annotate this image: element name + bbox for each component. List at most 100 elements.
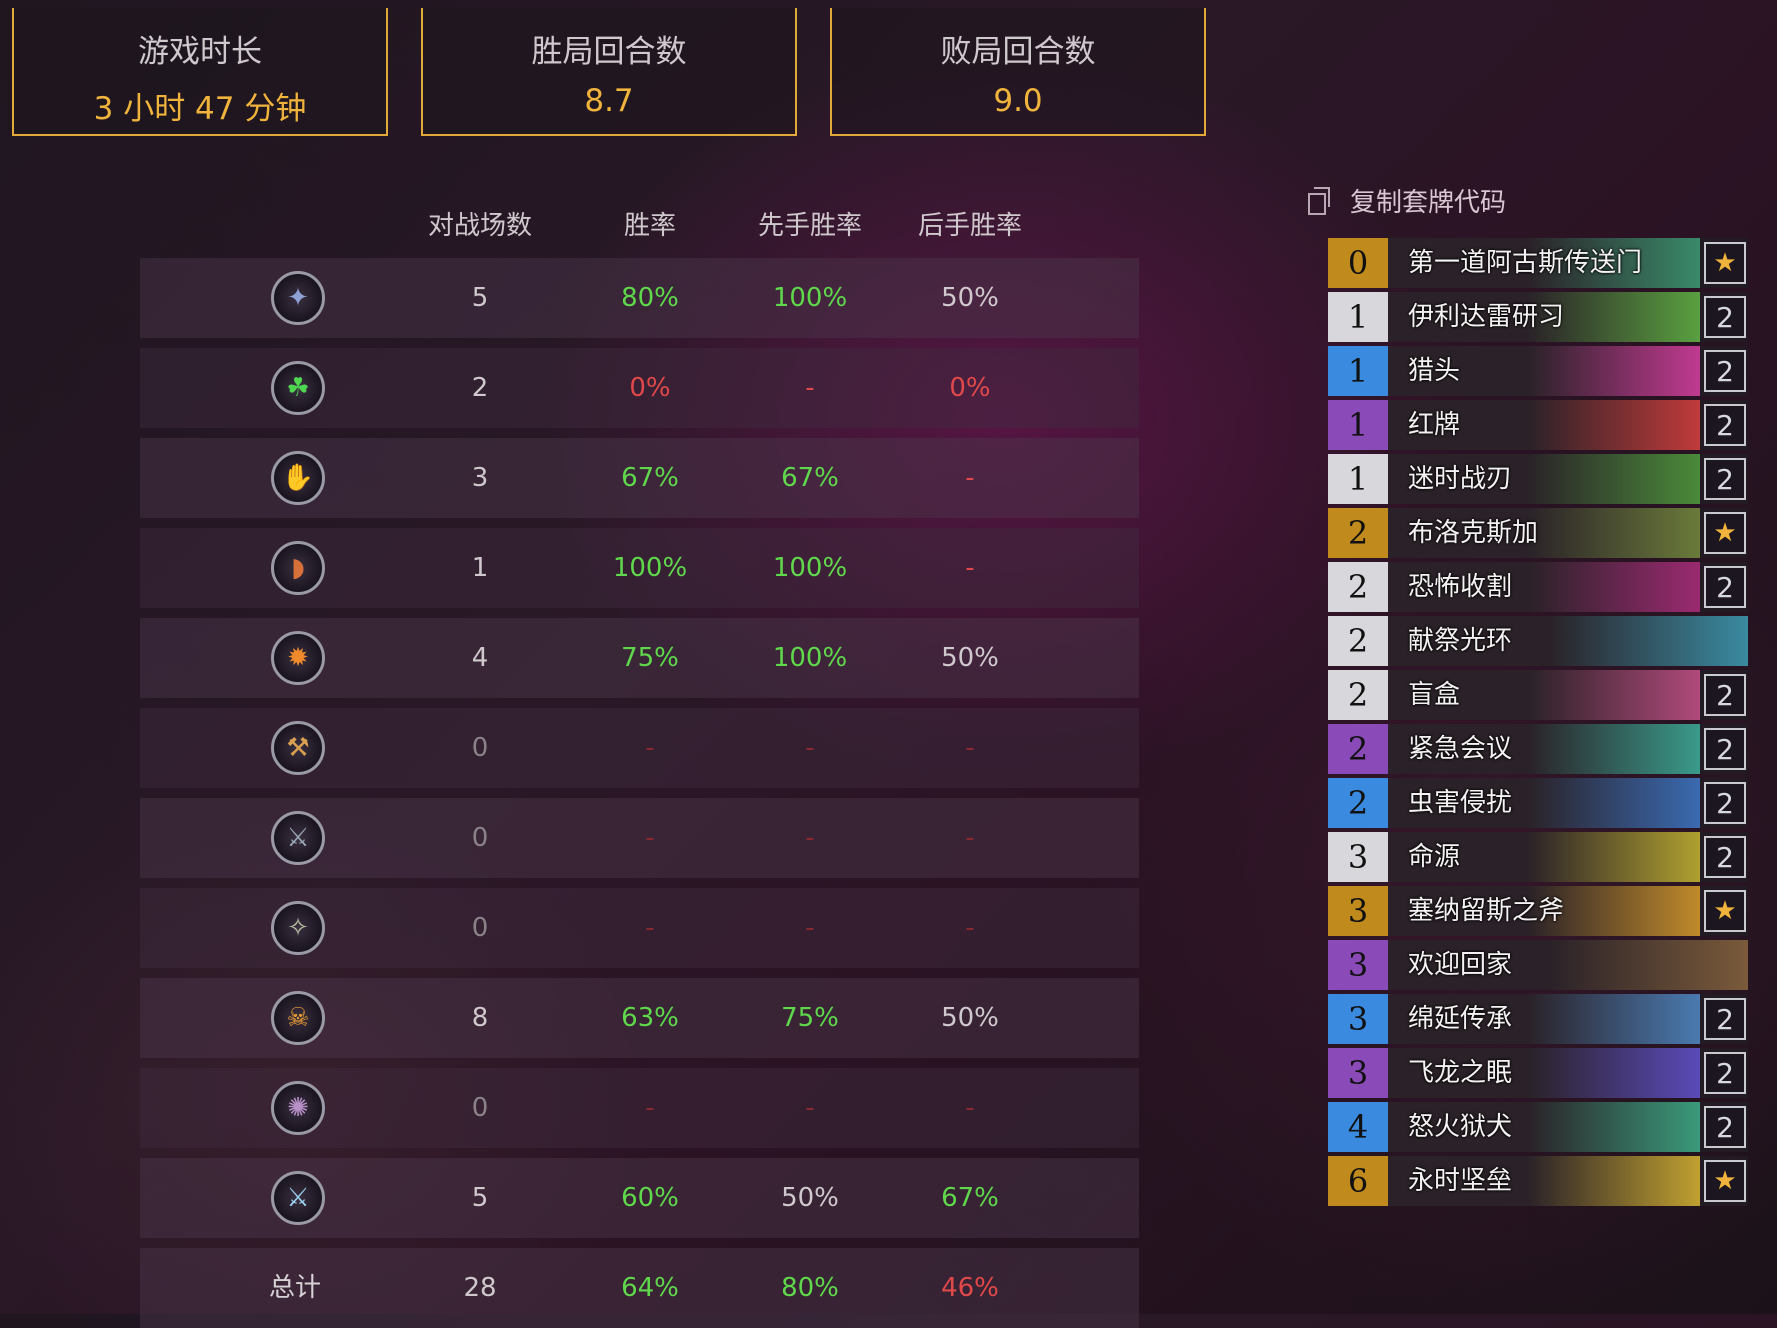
cell-games: 0 xyxy=(471,1093,489,1123)
card-art: 紧急会议 xyxy=(1388,724,1700,774)
deck-card[interactable]: 4 怒火狱犬 2 xyxy=(1328,1102,1748,1152)
card-art: 欢迎回家 xyxy=(1388,940,1748,990)
card-art: 命源 xyxy=(1388,832,1700,882)
card-name: 永时坚垒 xyxy=(1408,1166,1513,1196)
deck-card[interactable]: 3 飞龙之眠 2 xyxy=(1328,1048,1748,1098)
card-name: 塞纳留斯之斧 xyxy=(1408,896,1565,926)
card-art: 第一道阿古斯传送门 xyxy=(1388,238,1700,288)
stat-label: 游戏时长 xyxy=(138,34,262,70)
stat-value: 9.0 xyxy=(993,83,1043,119)
card-cost: 2 xyxy=(1328,724,1388,774)
demon-hunter-class-icon: ☠ xyxy=(271,991,325,1045)
card-art: 伊利达雷研习 xyxy=(1388,292,1700,342)
cell-games: 5 xyxy=(471,1183,489,1213)
deck-card[interactable]: 0 第一道阿古斯传送门 ★ xyxy=(1328,238,1748,288)
card-art: 恐怖收割 xyxy=(1388,562,1700,612)
deck-card[interactable]: 2 献祭光环 xyxy=(1328,616,1748,666)
cell-first: - xyxy=(805,733,815,763)
hunter-class-icon: ◗ xyxy=(271,541,325,595)
copy-icon xyxy=(1308,187,1330,215)
card-cost: 1 xyxy=(1328,454,1388,504)
card-art: 永时坚垒 xyxy=(1388,1156,1700,1206)
table-row: ⚔ 5 60% 50% 67% xyxy=(140,1158,1139,1238)
legendary-star-icon: ★ xyxy=(1704,512,1746,554)
cell-games: 0 xyxy=(471,823,489,853)
cell-first: 67% xyxy=(781,463,839,493)
deck-card[interactable]: 6 永时坚垒 ★ xyxy=(1328,1156,1748,1206)
cell-winrate: 63% xyxy=(621,1003,679,1033)
card-name: 伊利达雷研习 xyxy=(1408,302,1565,332)
card-art: 献祭光环 xyxy=(1388,616,1748,666)
deck-card[interactable]: 1 伊利达雷研习 2 xyxy=(1328,292,1748,342)
card-count: 2 xyxy=(1704,1052,1746,1094)
cell-winrate: 0% xyxy=(629,373,671,403)
card-art: 布洛克斯加 xyxy=(1388,508,1700,558)
table-row: ☠ 8 63% 75% 50% xyxy=(140,978,1139,1058)
cell-games: 1 xyxy=(471,553,489,583)
card-cost: 2 xyxy=(1328,562,1388,612)
priest-class-icon: ✺ xyxy=(271,1081,325,1135)
deck-card[interactable]: 1 迷时战刃 2 xyxy=(1328,454,1748,504)
card-name: 盲盒 xyxy=(1408,680,1461,710)
header-winrate[interactable]: 胜率 xyxy=(570,205,730,242)
stat-label: 败局回合数 xyxy=(940,34,1096,70)
card-cost: 2 xyxy=(1328,778,1388,828)
card-cost: 3 xyxy=(1328,886,1388,936)
card-count: 2 xyxy=(1704,350,1746,392)
card-name: 献祭光环 xyxy=(1408,626,1513,656)
card-name: 猎头 xyxy=(1408,356,1461,386)
deck-card[interactable]: 2 布洛克斯加 ★ xyxy=(1328,508,1748,558)
deck-card[interactable]: 1 猎头 2 xyxy=(1328,346,1748,396)
cell-first: 100% xyxy=(772,553,848,583)
cell-winrate: 75% xyxy=(621,643,679,673)
card-count: 2 xyxy=(1704,1106,1746,1148)
card-name: 命源 xyxy=(1408,842,1461,872)
card-name: 欢迎回家 xyxy=(1408,950,1513,980)
cell-winrate: 67% xyxy=(621,463,679,493)
header-first-winrate[interactable]: 先手胜率 xyxy=(730,205,890,242)
card-cost: 2 xyxy=(1328,508,1388,558)
deck-card[interactable]: 3 绵延传承 2 xyxy=(1328,994,1748,1044)
card-cost: 2 xyxy=(1328,616,1388,666)
cell-second: 67% xyxy=(941,1183,999,1213)
cell-games: 2 xyxy=(471,373,489,403)
deck-card[interactable]: 2 紧急会议 2 xyxy=(1328,724,1748,774)
card-art: 红牌 xyxy=(1388,400,1700,450)
card-count: 2 xyxy=(1704,674,1746,716)
card-count: 2 xyxy=(1704,836,1746,878)
copy-deck-code-button[interactable]: 复制套牌代码 xyxy=(1308,180,1506,220)
table-row: ◗ 1 100% 100% - xyxy=(140,528,1139,608)
deck-card[interactable]: 3 塞纳留斯之斧 ★ xyxy=(1328,886,1748,936)
death-knight-class-icon: ⚔ xyxy=(271,1171,325,1225)
legendary-star-icon: ★ xyxy=(1704,242,1746,284)
druid-class-icon: ✋ xyxy=(271,451,325,505)
cell-first: 100% xyxy=(772,643,848,673)
card-name: 恐怖收割 xyxy=(1408,572,1513,602)
card-cost: 6 xyxy=(1328,1156,1388,1206)
table-row: ⚒ 0 - - - xyxy=(140,708,1139,788)
cell-winrate: - xyxy=(645,823,655,853)
cell-first: - xyxy=(805,373,815,403)
card-count: 2 xyxy=(1704,728,1746,770)
copy-deck-code-label: 复制套牌代码 xyxy=(1350,187,1507,218)
deck-card[interactable]: 2 虫害侵扰 2 xyxy=(1328,778,1748,828)
summary-duration: 游戏时长 3 小时 47 分钟 xyxy=(12,8,388,136)
card-art: 猎头 xyxy=(1388,346,1700,396)
card-cost: 2 xyxy=(1328,670,1388,720)
deck-card[interactable]: 3 欢迎回家 xyxy=(1328,940,1748,990)
rogue-class-icon: ✧ xyxy=(271,901,325,955)
header-games[interactable]: 对战场数 xyxy=(400,205,560,242)
deck-list: 0 第一道阿古斯传送门 ★ 1 伊利达雷研习 2 1 猎头 2 1 红牌 2 1 迷时战刃 2 2 布洛克斯加 ★… xyxy=(1328,238,1748,1210)
header-second-winrate[interactable]: 后手胜率 xyxy=(890,205,1050,242)
deck-card[interactable]: 2 恐怖收割 2 xyxy=(1328,562,1748,612)
cell-games: 8 xyxy=(471,1003,489,1033)
card-cost: 3 xyxy=(1328,940,1388,990)
deck-card[interactable]: 1 红牌 2 xyxy=(1328,400,1748,450)
deck-card[interactable]: 3 命源 2 xyxy=(1328,832,1748,882)
card-name: 飞龙之眠 xyxy=(1408,1058,1513,1088)
cell-second: 50% xyxy=(941,1003,999,1033)
card-cost: 1 xyxy=(1328,346,1388,396)
deck-card[interactable]: 2 盲盒 2 xyxy=(1328,670,1748,720)
stat-value: 3 小时 47 分钟 xyxy=(93,91,307,127)
card-count: 2 xyxy=(1704,782,1746,824)
